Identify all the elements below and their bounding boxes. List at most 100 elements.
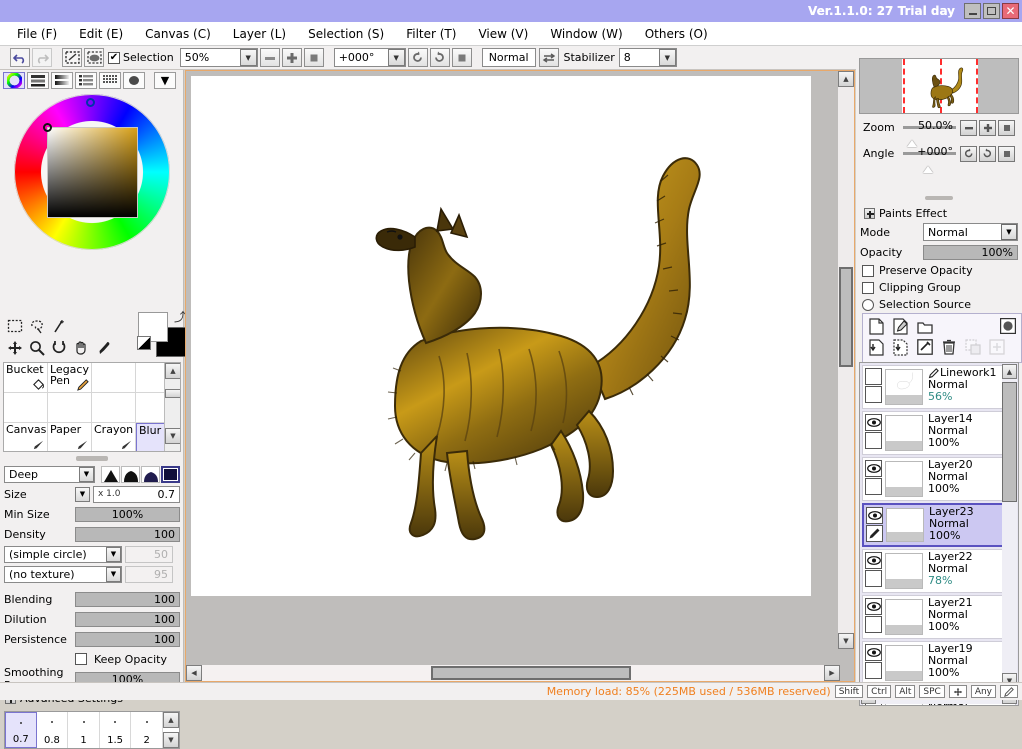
clipping-group-checkbox[interactable] — [862, 281, 874, 294]
size-input[interactable]: x 1.0 0.7 — [93, 485, 180, 503]
menu-selection[interactable]: Selection (S) — [297, 24, 395, 44]
chevron-down-icon[interactable]: ▼ — [1001, 224, 1017, 240]
plus-icon[interactable] — [864, 208, 875, 219]
navigator-rotate-reset-button[interactable] — [998, 145, 1015, 162]
layer-list-vertical-scrollbar[interactable]: ▲ ▼ — [1002, 364, 1017, 688]
preserve-opacity-row[interactable]: Preserve Opacity — [856, 262, 1022, 279]
layer-mask-icon[interactable] — [998, 317, 1017, 335]
brush-item[interactable]: Legacy Pen — [48, 363, 92, 393]
layer-visibility-toggle[interactable] — [865, 598, 882, 615]
brush-list[interactable]: Bucket Legacy Pen Canvas Paper Crayon Bl… — [3, 362, 181, 452]
layer-row-selected[interactable]: Layer23 Normal 100% — [862, 503, 1016, 547]
layer-selection-toggle[interactable] — [865, 616, 882, 633]
layer-selection-toggle[interactable] — [865, 386, 882, 403]
chevron-down-icon[interactable]: ▼ — [106, 546, 121, 562]
navigator-zoom-out-button[interactable] — [960, 119, 977, 136]
menu-file[interactable]: File (F) — [6, 24, 68, 44]
menu-others[interactable]: Others (O) — [634, 24, 719, 44]
canvas-h-scroll-thumb[interactable] — [431, 666, 631, 680]
navigator-zoom-in-button[interactable] — [979, 119, 996, 136]
sv-gradient[interactable] — [47, 127, 138, 218]
chevron-down-icon[interactable]: ▼ — [387, 49, 405, 66]
layer-opacity-slider[interactable]: 100% — [923, 244, 1018, 260]
panel-resize-grip[interactable] — [76, 456, 108, 461]
layer-selection-toggle[interactable] — [865, 478, 882, 495]
tab-color-wheel[interactable] — [3, 71, 25, 89]
maximize-button[interactable] — [983, 3, 1000, 19]
shape-preset[interactable] — [141, 465, 160, 483]
layer-visibility-toggle[interactable] — [865, 460, 882, 477]
clipping-group-row[interactable]: Clipping Group — [856, 279, 1022, 296]
panel-divider-grip[interactable] — [859, 194, 1019, 201]
tool-hand[interactable] — [70, 337, 92, 359]
size-preset[interactable]: 1 — [68, 712, 100, 748]
brush-item[interactable]: Bucket — [4, 363, 48, 393]
scroll-left-icon[interactable]: ◀ — [186, 665, 202, 681]
layer-active-pen-toggle[interactable] — [866, 525, 883, 542]
keep-opacity-checkbox[interactable] — [75, 653, 87, 665]
tool-move[interactable] — [4, 337, 26, 359]
layer-row[interactable]: Layer20 Normal 100% — [862, 457, 1016, 501]
layer-row[interactable]: Layer19 Normal 100% — [862, 641, 1016, 685]
size-preset[interactable]: 0.7 — [5, 712, 37, 748]
scroll-up-icon[interactable]: ▲ — [165, 363, 180, 379]
canvas-paper[interactable] — [191, 76, 811, 596]
menu-edit[interactable]: Edit (E) — [68, 24, 134, 44]
saturation-value-square[interactable] — [43, 123, 138, 218]
layer-selection-toggle[interactable] — [865, 662, 882, 679]
layer-selection-toggle[interactable] — [865, 432, 882, 449]
canvas-v-scroll-thumb[interactable] — [839, 267, 853, 367]
layer-visibility-toggle[interactable] — [865, 644, 882, 661]
layer-row[interactable]: Layer22 Normal 78% — [862, 549, 1016, 593]
layer-visibility-toggle[interactable] — [865, 414, 882, 431]
chevron-down-icon[interactable]: ▼ — [658, 49, 676, 66]
menu-window[interactable]: Window (W) — [539, 24, 633, 44]
layer-row[interactable]: Linework1 Normal 56% — [862, 365, 1016, 409]
flip-horizontal-button[interactable] — [538, 48, 559, 67]
scroll-up-icon[interactable]: ▲ — [838, 71, 854, 87]
layer-mode-select[interactable]: Normal ▼ — [923, 223, 1018, 241]
zoom-combobox[interactable]: 50% ▼ — [179, 48, 258, 67]
size-preset[interactable]: 0.8 — [37, 712, 69, 748]
scroll-down-icon[interactable]: ▼ — [165, 428, 180, 444]
tool-rect-select[interactable] — [4, 315, 26, 337]
reset-colors-icon[interactable] — [137, 336, 151, 350]
tab-color-list[interactable] — [75, 71, 97, 89]
tab-gradient[interactable] — [123, 71, 145, 89]
stabilizer-combobox[interactable]: 8 ▼ — [618, 48, 677, 67]
new-layer-icon[interactable] — [867, 317, 886, 335]
tool-magic-wand[interactable] — [48, 315, 70, 337]
sv-cursor[interactable] — [43, 123, 52, 132]
angle-combobox[interactable]: +000° ▼ — [333, 48, 406, 67]
clear-selection-button[interactable] — [62, 48, 82, 67]
close-button[interactable]: ✕ — [1002, 3, 1019, 19]
min-size-slider[interactable]: 100% — [75, 506, 180, 522]
rotate-cw-button[interactable] — [429, 48, 450, 67]
rotate-reset-button[interactable] — [451, 48, 472, 67]
scroll-down-icon[interactable]: ▼ — [838, 633, 854, 649]
layer-visibility-toggle[interactable] — [865, 552, 882, 569]
minimize-button[interactable] — [964, 3, 981, 19]
selection-source-radio[interactable] — [862, 298, 874, 311]
preserve-opacity-checkbox[interactable] — [862, 264, 874, 277]
layer-row[interactable]: Layer21 Normal 100% — [862, 595, 1016, 639]
invert-selection-button[interactable] — [84, 48, 104, 67]
persistence-slider[interactable]: 100 — [75, 631, 180, 647]
clear-layer-icon[interactable] — [915, 338, 934, 356]
menu-canvas[interactable]: Canvas (C) — [134, 24, 222, 44]
scroll-up-icon[interactable]: ▲ — [163, 712, 179, 728]
chevron-down-icon[interactable]: ▼ — [239, 49, 257, 66]
tool-lasso-select[interactable] — [26, 315, 48, 337]
merge-down-icon[interactable] — [867, 338, 886, 356]
brush-item[interactable]: Canvas — [4, 423, 48, 451]
navigator-zoom-reset-button[interactable] — [998, 119, 1015, 136]
tool-blank-2[interactable] — [92, 315, 114, 337]
layer-scroll-thumb[interactable] — [1002, 382, 1017, 502]
shape-preset[interactable] — [121, 465, 140, 483]
tool-zoom[interactable] — [26, 337, 48, 359]
rotate-ccw-button[interactable] — [407, 48, 428, 67]
size-preset[interactable]: 1.5 — [100, 712, 132, 748]
size-mode-dropdown[interactable]: ▼ — [75, 486, 90, 502]
tab-hsv-sliders[interactable] — [51, 71, 73, 89]
brush-item[interactable] — [92, 363, 136, 393]
